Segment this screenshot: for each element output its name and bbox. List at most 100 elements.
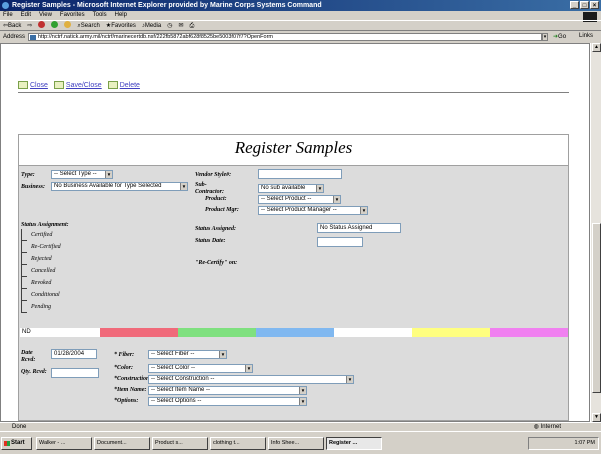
search-button[interactable]: ⌕Search [77, 21, 99, 30]
task-button-active[interactable]: Register ... [326, 437, 382, 450]
scroll-thumb[interactable] [592, 223, 601, 393]
status-text: Done [12, 424, 27, 430]
product-select[interactable]: -- Select Product -- ▼ [258, 195, 341, 204]
go-button[interactable]: ➜Go [553, 33, 566, 40]
back-button[interactable]: ⇦Back [3, 21, 21, 30]
maximize-icon[interactable]: □ [580, 1, 589, 9]
status-revoked[interactable]: Revoked [21, 277, 51, 289]
status-assigned-label: Status Assigned: [195, 226, 236, 232]
delete-button[interactable]: Delete [107, 81, 140, 89]
radio-mark [21, 265, 27, 277]
radio-mark [21, 289, 27, 301]
vendor-style-label: Vendor Style#: [195, 172, 232, 178]
type-label: Type: [21, 172, 35, 178]
business-select[interactable]: No Business Available for Type Selected ▼ [51, 182, 188, 191]
mail-icon[interactable]: ✉ [178, 21, 183, 30]
menu-edit[interactable]: Edit [21, 11, 31, 20]
radio-mark [21, 301, 27, 313]
print-icon[interactable]: ⎙ [190, 21, 195, 30]
product-label: Product: [205, 196, 227, 202]
status-cancelled[interactable]: Cancelled [21, 265, 55, 277]
menu-bar: File Edit View Favorites Tools Help [0, 11, 601, 20]
status-certified[interactable]: Certified [21, 229, 52, 241]
radio-mark [21, 277, 27, 289]
page-icon [30, 35, 36, 40]
task-button[interactable]: Document... [94, 437, 150, 450]
menu-tools[interactable]: Tools [93, 11, 107, 20]
address-input[interactable]: http://nctrf.natick.army.mil/nctrf/marin… [28, 33, 542, 41]
item-name-select[interactable]: -- Select Item Name -- ▼ [148, 386, 307, 395]
options-select[interactable]: -- Select Options -- ▼ [148, 397, 307, 406]
chevron-down-icon: ▼ [346, 376, 353, 383]
vertical-scrollbar[interactable]: ▲ ▼ [590, 43, 601, 422]
media-button[interactable]: ♪Media [142, 21, 161, 30]
qty-rcvd-input[interactable] [51, 368, 99, 378]
menu-view[interactable]: View [39, 11, 52, 20]
menu-favorites[interactable]: Favorites [60, 11, 85, 20]
radio-mark [21, 241, 27, 253]
minimize-icon[interactable]: _ [570, 1, 579, 9]
windows-flag-icon [4, 441, 10, 446]
status-conditional[interactable]: Conditional [21, 289, 60, 301]
menu-help[interactable]: Help [115, 11, 127, 20]
legend-cell-red [100, 328, 178, 337]
chevron-down-icon: ▼ [360, 207, 367, 214]
window-title: Register Samples - Microsoft Internet Ex… [12, 2, 322, 9]
status-assigned-field: No Status Assigned [317, 223, 401, 233]
history-icon[interactable]: ◷ [167, 21, 172, 30]
start-button[interactable]: Start [1, 437, 32, 450]
forward-icon[interactable]: ⇨ [27, 21, 32, 30]
task-button[interactable]: Info Shee... [268, 437, 324, 450]
construction-label: *Construction: [114, 376, 152, 382]
home-icon[interactable] [64, 21, 72, 28]
fiber-select[interactable]: -- Select Fiber -- ▼ [148, 350, 227, 359]
subcontractor-select[interactable]: No sub available ▼ [258, 184, 324, 193]
task-button[interactable]: clothing t... [210, 437, 266, 450]
system-tray: 1:07 PM [528, 437, 599, 450]
refresh-icon[interactable] [51, 21, 59, 28]
globe-icon: ◍ [533, 424, 539, 430]
status-assignment-label: Status Assignment: [21, 222, 69, 228]
taskbar: Start Walker - ... Document... Product s… [0, 431, 601, 454]
status-recertified[interactable]: Re-Certified [21, 241, 61, 253]
address-dropdown-button[interactable]: ▾ [542, 33, 548, 41]
stop-icon[interactable] [38, 21, 46, 28]
options-label: *Options: [114, 398, 139, 404]
status-rejected[interactable]: Rejected [21, 253, 52, 265]
status-date-input[interactable] [317, 237, 363, 247]
chevron-down-icon: ▼ [299, 387, 306, 394]
item-name-label: *Item Name: [114, 387, 147, 393]
address-label: Address [3, 34, 26, 40]
form-header: Register Samples [19, 135, 568, 166]
construction-select[interactable]: -- Select Construction -- ▼ [148, 375, 354, 384]
chevron-down-icon: ▼ [245, 365, 252, 372]
close-button[interactable]: Close [18, 81, 48, 89]
type-select[interactable]: -- Select Type -- ▼ [51, 170, 113, 179]
legend-cell-green [178, 328, 256, 337]
radio-mark [21, 253, 27, 265]
date-rcvd-input[interactable]: 01/28/2004 [51, 349, 97, 359]
status-bar: Done ◍ Internet [0, 422, 601, 431]
date-rcvd-label: Date Rcvd: [21, 350, 36, 363]
close-icon[interactable]: × [590, 1, 599, 9]
task-button[interactable]: Product s... [152, 437, 208, 450]
legend-cell-yellow [412, 328, 490, 337]
vendor-style-input[interactable] [258, 169, 342, 179]
scroll-up-icon[interactable]: ▲ [592, 43, 601, 52]
links-button[interactable]: Links [579, 33, 593, 39]
save-close-button[interactable]: Save/Close [53, 81, 102, 89]
ie-logo-icon [2, 2, 9, 9]
task-button[interactable]: Walker - ... [36, 437, 92, 450]
legend-cell-blue [256, 328, 334, 337]
favorites-button[interactable]: ★Favorites [106, 21, 136, 30]
save-icon [53, 81, 64, 89]
product-mgr-select[interactable]: -- Select Product Manager -- ▼ [258, 206, 368, 215]
status-pending[interactable]: Pending [21, 301, 51, 313]
color-select[interactable]: -- Select Color -- ▼ [148, 364, 253, 373]
task-list: Walker - ... Document... Product s... cl… [36, 437, 382, 450]
chevron-down-icon: ▼ [299, 398, 306, 405]
delete-icon [107, 81, 118, 89]
chevron-down-icon: ▼ [333, 196, 340, 203]
menu-file[interactable]: File [3, 11, 13, 20]
scroll-down-icon[interactable]: ▼ [592, 413, 601, 422]
